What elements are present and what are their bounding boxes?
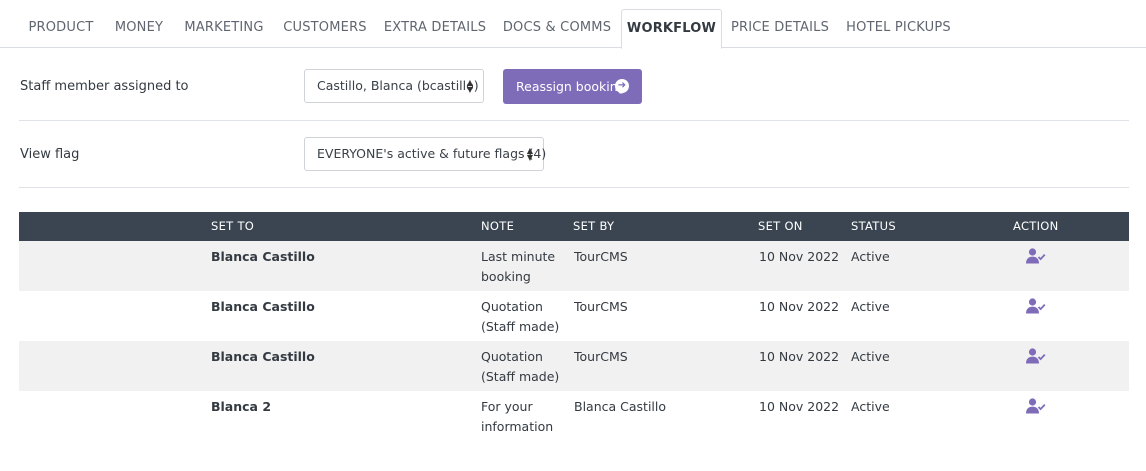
status-cell: Active bbox=[851, 299, 890, 314]
set-by-cell: TourCMS bbox=[574, 249, 628, 264]
tab-marketing[interactable]: MARKETING bbox=[178, 0, 270, 48]
user-check-icon[interactable] bbox=[1026, 348, 1046, 364]
table-row: Blanca 2 For your information Blanca Cas… bbox=[19, 391, 1129, 441]
sort-caret-icon: ▲ ▼ bbox=[466, 77, 473, 94]
set-by-cell: TourCMS bbox=[574, 299, 628, 314]
table-row: Blanca Castillo Quotation (Staff made) T… bbox=[19, 341, 1129, 391]
tab-hotel-pickups[interactable]: HOTEL PICKUPS bbox=[841, 0, 956, 48]
column-action: ACTION bbox=[1013, 219, 1059, 233]
status-cell: Active bbox=[851, 399, 890, 414]
tab-docs-comms[interactable]: DOCS & COMMS bbox=[498, 0, 616, 48]
view-flag-value: EVERYONE's active & future flags (4) bbox=[317, 146, 547, 161]
column-status[interactable]: STATUS bbox=[851, 212, 896, 241]
note-cell: Quotation (Staff made) bbox=[481, 299, 560, 334]
status-cell: Active bbox=[851, 349, 890, 364]
divider bbox=[19, 120, 1129, 121]
set-by-cell: Blanca Castillo bbox=[574, 399, 667, 414]
reassign-booking-label: Reassign booking bbox=[516, 79, 626, 94]
note-cell: Quotation (Staff made) bbox=[481, 349, 560, 384]
set-to-cell: Blanca Castillo bbox=[211, 349, 315, 364]
staff-member-value: Castillo, Blanca (bcastillo) bbox=[317, 78, 479, 93]
view-flag-select[interactable]: EVERYONE's active & future flags (4) ▲ ▼ bbox=[304, 137, 547, 171]
set-on-cell: 10 Nov 2022 bbox=[759, 349, 840, 364]
tab-money[interactable]: MONEY bbox=[108, 0, 170, 48]
tab-price-details[interactable]: PRICE DETAILS bbox=[727, 0, 833, 48]
view-flag-label: View flag bbox=[20, 147, 80, 162]
divider bbox=[19, 187, 1129, 188]
note-cell: Last minute booking bbox=[481, 249, 556, 284]
table-row: Blanca Castillo Quotation (Staff made) T… bbox=[19, 291, 1129, 341]
set-on-cell: 10 Nov 2022 bbox=[759, 249, 840, 264]
user-check-icon[interactable] bbox=[1026, 248, 1046, 264]
set-to-cell: Blanca Castillo bbox=[211, 249, 315, 264]
user-check-icon[interactable] bbox=[1026, 298, 1046, 314]
set-on-cell: 10 Nov 2022 bbox=[759, 299, 840, 314]
note-cell: For your information bbox=[481, 399, 554, 434]
tab-extra-details[interactable]: EXTRA DETAILS bbox=[380, 0, 490, 48]
set-to-cell: Blanca 2 bbox=[211, 399, 272, 414]
arrow-circle-right-icon: ➜ bbox=[615, 79, 629, 93]
reassign-booking-button[interactable]: Reassign booking ➜ bbox=[503, 69, 642, 104]
set-by-cell: TourCMS bbox=[574, 349, 628, 364]
user-check-icon[interactable] bbox=[1026, 398, 1046, 414]
column-set-to[interactable]: SET TO bbox=[211, 212, 254, 241]
column-set-by[interactable]: SET BY bbox=[573, 212, 614, 241]
set-on-cell: 10 Nov 2022 bbox=[759, 399, 840, 414]
flags-table-header: SET TO NOTE SET BY SET ON STATUS ACTION bbox=[19, 212, 1129, 241]
tab-bar: PRODUCT MONEY MARKETING CUSTOMERS EXTRA … bbox=[0, 0, 1146, 49]
tab-workflow[interactable]: WORKFLOW bbox=[621, 9, 722, 49]
table-row: Blanca Castillo Last minute booking Tour… bbox=[19, 241, 1129, 291]
column-note[interactable]: NOTE bbox=[481, 212, 514, 241]
set-to-cell: Blanca Castillo bbox=[211, 299, 315, 314]
column-set-on[interactable]: SET ON bbox=[758, 212, 803, 241]
staff-assigned-label: Staff member assigned to bbox=[20, 79, 189, 94]
sort-caret-icon: ▲ ▼ bbox=[526, 145, 533, 162]
staff-member-select[interactable]: Castillo, Blanca (bcastillo) ▲ ▼ bbox=[304, 69, 484, 103]
tab-product[interactable]: PRODUCT bbox=[20, 0, 102, 48]
tab-customers[interactable]: CUSTOMERS bbox=[278, 0, 372, 48]
status-cell: Active bbox=[851, 249, 890, 264]
